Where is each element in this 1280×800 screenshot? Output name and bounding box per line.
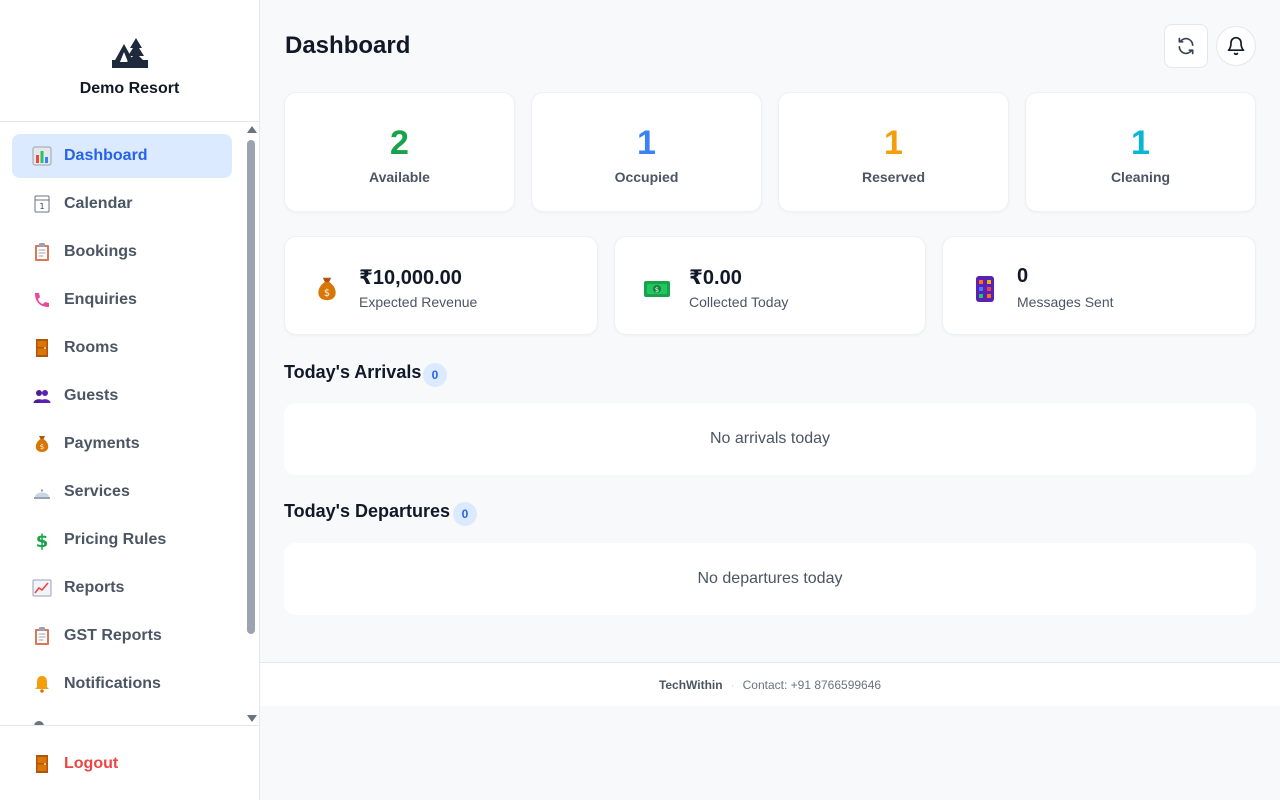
bell-icon: [1227, 36, 1245, 56]
sidebar: Demo Resort Dashboard 1 Calendar Booking…: [0, 0, 260, 800]
sidebar-item-notifications[interactable]: Notifications: [12, 662, 232, 706]
sidebar-item-gst-reports[interactable]: GST Reports: [12, 614, 232, 658]
svg-text:$: $: [36, 531, 49, 550]
refresh-button[interactable]: [1164, 24, 1208, 68]
sidebar-item-dashboard[interactable]: Dashboard: [12, 134, 232, 178]
brand-name: Demo Resort: [79, 80, 180, 97]
sidebar-item-services[interactable]: Services: [12, 470, 232, 514]
stat-card-reserved: 1 Reserved: [778, 92, 1009, 212]
bell-icon: [32, 674, 52, 694]
clipboard-icon: [32, 626, 52, 646]
stat-label: Reserved: [861, 169, 926, 185]
calendar-icon: 1: [32, 194, 52, 214]
sidebar-nav[interactable]: Dashboard 1 Calendar Bookings Enquiries: [0, 123, 259, 725]
sidebar-item-reports[interactable]: Reports: [12, 566, 232, 610]
departures-count-badge: 0: [453, 502, 477, 526]
stat-value: 1: [1131, 124, 1150, 162]
stat-card-cleaning: 1 Cleaning: [1025, 92, 1256, 212]
sidebar-item-label: Notifications: [64, 675, 161, 692]
money-label: Messages Sent: [1017, 294, 1114, 310]
sidebar-item-label: Dashboard: [64, 147, 148, 164]
collected-today-card: $ ₹0.00 Collected Today: [614, 236, 926, 335]
sidebar-item-label: Calendar: [64, 195, 133, 212]
phone-icon: [32, 290, 52, 310]
departures-title: Today's Departures: [284, 501, 450, 521]
money-label: Collected Today: [689, 294, 789, 310]
svg-text:$: $: [40, 443, 44, 451]
people-icon: [32, 386, 52, 406]
sidebar-item-label: Rooms: [64, 339, 119, 356]
stat-label: Cleaning: [1110, 169, 1171, 185]
logout-button[interactable]: Logout: [12, 742, 232, 786]
door-icon: [32, 338, 52, 358]
sidebar-item-bookings[interactable]: Bookings: [12, 230, 232, 274]
money-value: ₹0.00: [689, 267, 742, 289]
dollar-sign-icon: $: [32, 530, 52, 550]
footer-contact[interactable]: Contact: +91 8766599646: [743, 678, 881, 692]
stat-value: 1: [884, 124, 903, 162]
stat-card-available: 2 Available: [284, 92, 515, 212]
page-title: Dashboard: [285, 32, 411, 59]
svg-text:1: 1: [39, 202, 44, 211]
sidebar-item-label: Enquiries: [64, 291, 137, 308]
sidebar-item-rooms[interactable]: Rooms: [12, 326, 232, 370]
scroll-up-arrow-icon[interactable]: [247, 126, 257, 133]
stat-value: 2: [390, 124, 409, 162]
arrivals-title: Today's Arrivals: [284, 362, 422, 382]
brand: Demo Resort: [0, 0, 259, 122]
logout-area: Logout: [0, 725, 259, 800]
phone-grid-icon: [971, 275, 999, 303]
refresh-icon: [1178, 37, 1194, 55]
banknote-icon: $: [643, 275, 671, 303]
sidebar-item-label: GST Reports: [64, 627, 162, 644]
sidebar-item-enquiries[interactable]: Enquiries: [12, 278, 232, 322]
arrivals-count-badge: 0: [423, 363, 447, 387]
clipboard-icon: [32, 242, 52, 262]
tent-trees-icon: [111, 38, 148, 68]
sidebar-item-label: Bookings: [64, 243, 137, 260]
notifications-button[interactable]: [1216, 26, 1256, 66]
bellhop-icon: [32, 482, 52, 502]
money-bag-icon: $: [32, 434, 52, 454]
trend-chart-icon: [32, 578, 52, 598]
sidebar-item-label: Services: [64, 483, 130, 500]
messages-sent-card: 0 Messages Sent: [942, 236, 1256, 335]
sidebar-item-label: Guests: [64, 387, 119, 404]
money-bag-icon: $: [313, 275, 341, 303]
sidebar-item-guests[interactable]: Guests: [12, 374, 232, 418]
stat-label: Available: [369, 169, 430, 185]
sidebar-item-label: Payments: [64, 435, 140, 452]
money-label: Expected Revenue: [359, 294, 478, 310]
sidebar-item-pricing-rules[interactable]: $ Pricing Rules: [12, 518, 232, 562]
scroll-down-arrow-icon[interactable]: [247, 715, 257, 722]
footer: TechWithin · Contact: +91 8766599646: [260, 662, 1280, 706]
door-icon: [32, 754, 52, 774]
main-content: Dashboard 2 Available 1 Occupied 1 Reser…: [260, 0, 1280, 800]
departures-empty-state: No departures today: [284, 543, 1256, 615]
logout-label: Logout: [64, 755, 119, 772]
bar-chart-icon: [32, 146, 52, 166]
stat-card-occupied: 1 Occupied: [531, 92, 762, 212]
sidebar-item-label: Pricing Rules: [64, 531, 167, 548]
stat-value: 1: [637, 124, 656, 162]
footer-company: TechWithin: [658, 677, 723, 692]
sidebar-scrollbar[interactable]: [245, 126, 257, 722]
arrivals-empty-state: No arrivals today: [284, 403, 1256, 475]
svg-text:$: $: [324, 288, 330, 299]
sidebar-item-calendar[interactable]: 1 Calendar: [12, 182, 232, 226]
sidebar-item-label: Reports: [64, 579, 125, 596]
sidebar-item-payments[interactable]: $ Payments: [12, 422, 232, 466]
stat-label: Occupied: [614, 169, 679, 185]
money-value: 0: [1017, 265, 1029, 287]
expected-revenue-card: $ ₹10,000.00 Expected Revenue: [284, 236, 598, 335]
svg-text:$: $: [655, 286, 659, 294]
footer-separator: ·: [730, 677, 735, 692]
scroll-thumb[interactable]: [247, 140, 255, 634]
money-value: ₹10,000.00: [359, 267, 462, 289]
